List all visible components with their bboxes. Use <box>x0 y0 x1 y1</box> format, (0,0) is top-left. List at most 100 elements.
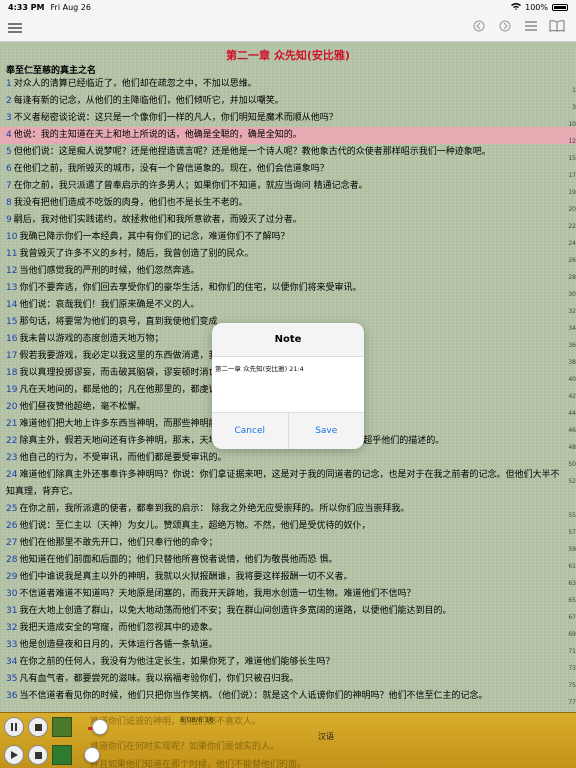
side-marker: 48 <box>568 444 576 450</box>
verse-row[interactable]: 8 我没有把他们造成不吃饭的肉身，他们也不是长生不老的。 20 <box>0 195 576 212</box>
verse-row[interactable]: 14 他们说：哀哉我们！我们原来确是不义的人。 32 <box>0 297 576 314</box>
verse-row[interactable]: 32 我把天造成安全的穹窿，而他们忽视其中的迹象。 69 <box>0 620 576 637</box>
verse-row[interactable]: 7 在你之前，我只派遣了曾奉启示的许多男人；如果你们不知道，就应当询问 精通记念者… <box>0 178 576 195</box>
verse-text: 在你之前，我所派遣的使者，都奉到我的启示： 除我之外绝无应受崇拜的。所以你们应当… <box>19 504 410 514</box>
stop-button-2[interactable] <box>28 745 48 765</box>
verse-row[interactable]: 2 每逢有新的记念，从他们的主降临他们，他们倾听它，并加以嘲笑。 3 <box>0 93 576 110</box>
verse-row[interactable]: 30 不信道者难道不知道吗？天地原是闭塞的，而我开天辟地，我用水创造一切生物。难道… <box>0 586 576 603</box>
verse-number: 26 <box>6 521 18 531</box>
note-text-field[interactable]: 第二一章 众先知(安比雅) 21:4 <box>212 356 364 413</box>
verse-text: 我未曾以游戏的态度创造天地万物； <box>19 334 164 344</box>
battery-percent: 100% <box>525 2 548 12</box>
verse-text: 他知道在他们前面和后面的；他们只替他所喜悦者说情，他们为敬畏他而恐 惧。 <box>19 555 338 565</box>
side-marker: 22 <box>568 223 576 229</box>
verse-text: 假若我要游戏，我必定以我这里的东西做消遣，我 <box>19 351 218 361</box>
verse-number: 11 <box>6 249 18 259</box>
side-marker: 65 <box>568 597 576 603</box>
cancel-button[interactable]: Cancel <box>212 413 289 449</box>
verse-text: 他们昼夜赞他超绝，毫不松懈。 <box>19 402 146 412</box>
bottom-slider-knob[interactable] <box>84 747 100 763</box>
verse-number: 24 <box>6 470 18 480</box>
verse-number: 32 <box>6 623 18 633</box>
side-marker: 19 <box>568 189 576 195</box>
verse-row[interactable]: 11 我曾毁灭了许多不义的乡村，随后，我曾创造了别的民众。 26 <box>0 246 576 263</box>
side-marker: 17 <box>568 172 576 178</box>
side-marker: 3 <box>572 104 576 110</box>
verse-row[interactable]: 9 嗣后，我对他们实践诺约，故拯救他们和我所意欲者，而毁灭了过分者。 22 <box>0 212 576 229</box>
back-icon[interactable] <box>468 20 490 35</box>
pause-button[interactable] <box>4 717 24 737</box>
menu-icon[interactable] <box>8 22 22 33</box>
verse-number: 9 <box>6 215 12 225</box>
verse-row[interactable]: 34 在你之前的任何人，我没有为他注定长生，如果你死了，难道他们能够长生吗？ 73 <box>0 654 576 671</box>
verse-row[interactable]: 24 难道他们除真主外还事奉许多神明吗？你说：你们拿证据来吧，这是对于我的同道者的… <box>0 467 576 501</box>
status-date: Fri Aug 26 <box>50 2 91 12</box>
status-right: 100% <box>511 2 568 12</box>
verse-row[interactable]: 31 我在大地上创造了群山，以免大地动荡而他们不安；我在群山间创造许多宽阔的道路，… <box>0 603 576 620</box>
verse-row[interactable]: 29 他们中谁说我是真主以外的神明，我就以火狱报酬谁，我将要这样报酬一切不义者。 6… <box>0 569 576 586</box>
side-marker: 12 <box>568 138 576 144</box>
verse-row[interactable]: 12 当他们感觉我的严刑的时候，他们忽然奔逃。 28 <box>0 263 576 280</box>
verse-number: 16 <box>6 334 18 344</box>
verse-row[interactable]: 1 对众人的清算已经临近了，他们却在疏忽之中，不加以思维。 1 <box>0 76 576 93</box>
verse-row[interactable]: 35 凡有血气者，都要尝死的滋味。我以祸福考验你们，你们只被召归我。 75 <box>0 671 576 688</box>
audio-player-bar: 难道你们诋毁的神明，那他们都不喜欢人。 难道你们在何时实现呢？如果你们是诚实的人… <box>0 712 576 768</box>
verse-row[interactable]: 26 他们说：至仁主以（天神）为女儿。赞颂真主，超绝万物。不然，他们是受优待的奴仆… <box>0 518 576 535</box>
verse-text: 在你之前，我只派遣了曾奉启示的许多男人；如果你们不知道，就应当询问 精通记念者。 <box>13 181 368 191</box>
verse-row[interactable]: 27 他们在他那里不敢先开口，他们只奉行他的命令； 59 <box>0 535 576 552</box>
verse-row[interactable]: 25 在你之前，我所派遣的使者，都奉到我的启示： 除我之外绝无应受崇拜的。所以你们… <box>0 501 576 518</box>
verse-text: 难道他们把大地上许多东西当神明，而那些神明能 <box>19 419 218 429</box>
verse-row[interactable]: 36 当不信道者看见你的时候，他们只把你当作笑柄。（他们说）：就是这个人诋谤你们的… <box>0 688 576 705</box>
status-time: 4:33 PM <box>8 2 45 12</box>
save-button[interactable]: Save <box>289 413 365 449</box>
layers-icon[interactable] <box>52 717 72 737</box>
list-icon[interactable] <box>520 20 542 35</box>
side-marker: 46 <box>568 427 576 433</box>
verse-text: 他们说：至仁主以（天神）为女儿。赞颂真主，超绝万物。不然，他们是受优待的奴仆， <box>19 521 371 531</box>
verse-text: 我没有把他们造成不吃饭的肉身，他们也不是长生不老的。 <box>13 198 248 208</box>
verse-text: 那句话，将要常为他们的哀号，直到我使他们变成 <box>19 317 218 327</box>
battery-icon <box>552 3 568 11</box>
side-marker: 10 <box>568 121 576 127</box>
wifi-icon <box>511 2 522 12</box>
progress-time: 6:08/8:16 <box>180 716 214 724</box>
verse-number: 10 <box>6 232 18 242</box>
verse-number: 14 <box>6 300 18 310</box>
stop-button[interactable] <box>28 717 48 737</box>
book-icon[interactable] <box>546 20 568 35</box>
side-marker: 36 <box>568 342 576 348</box>
verse-row[interactable]: 33 他是创造昼夜和日月的，天体运行各循一条轨道。 71 <box>0 637 576 654</box>
verse-text: 我以真理投掷谬妄，而击破其脑袋，谬妄顿时消亡 <box>19 368 218 378</box>
verse-row[interactable]: 5 但他们说：这是痴人说梦呢？还是他捏造谎言呢？还是他是一个诗人呢？教他象古代的众… <box>0 144 576 161</box>
verse-number: 33 <box>6 640 18 650</box>
verse-row[interactable]: 6 在他们之前，我所毁灭的城市，没有一个曾信道象的。现在，他们会信道象吗？ 17 <box>0 161 576 178</box>
verse-row[interactable]: 4 他说：我的主知道在天上和地上所说的话，他确是全聪的，确是全知的。 12 <box>0 127 576 144</box>
verse-text: 凡在天地间的，都是他的；凡在他那里的，都虔诚 <box>19 385 218 395</box>
forward-icon[interactable] <box>494 20 516 35</box>
side-marker: 20 <box>568 206 576 212</box>
verse-number: 30 <box>6 589 18 599</box>
verse-text: 你们不要奔逃，你们回去享受你们的豪华生活，和你们的住宅，以便你们将来受审讯。 <box>19 283 362 293</box>
chapter-title: 第二一章 众先知(安比雅) <box>226 49 350 62</box>
verse-row[interactable]: 13 你们不要奔逃，你们回去享受你们的豪华生活，和你们的住宅，以便你们将来受审讯。… <box>0 280 576 297</box>
side-marker: 69 <box>568 631 576 637</box>
play-button[interactable] <box>4 745 24 765</box>
verse-number: 25 <box>6 504 18 514</box>
verse-row[interactable]: 23 他自己的行为，不受审讯，而他们都是要受审讯的。 50 <box>0 450 576 467</box>
verse-row[interactable]: 3 不义者秘密谈论说：这只是一个像你们一样的凡人，你们明知是魔术而顺从他吗？ 10 <box>0 110 576 127</box>
verse-text: 他们说：哀哉我们！我们原来确是不义的人。 <box>19 300 200 310</box>
side-marker: 34 <box>568 325 576 331</box>
verse-number: 28 <box>6 555 18 565</box>
verse-number: 5 <box>6 147 12 157</box>
verse-text: 难道他们除真主外还事奉许多神明吗？你说：你们拿证据来吧，这是对于我的同道者的记念… <box>6 470 560 497</box>
side-marker: 42 <box>568 393 576 399</box>
side-marker: 67 <box>568 614 576 620</box>
verse-number: 13 <box>6 283 18 293</box>
verse-row[interactable]: 10 我确已降示你们一本经典，其中有你们的记念，难道你们不了解吗？ 24 <box>0 229 576 246</box>
verse-text: 他是创造昼夜和日月的，天体运行各循一条轨道。 <box>19 640 218 650</box>
verse-row[interactable]: 28 他知道在他们前面和后面的；他们只替他所喜悦者说情，他们为敬畏他而恐 惧。 61 <box>0 552 576 569</box>
side-marker: 44 <box>568 410 576 416</box>
side-marker: 28 <box>568 274 576 280</box>
top-slider-knob[interactable] <box>92 719 108 735</box>
translation-icon[interactable] <box>52 745 72 765</box>
